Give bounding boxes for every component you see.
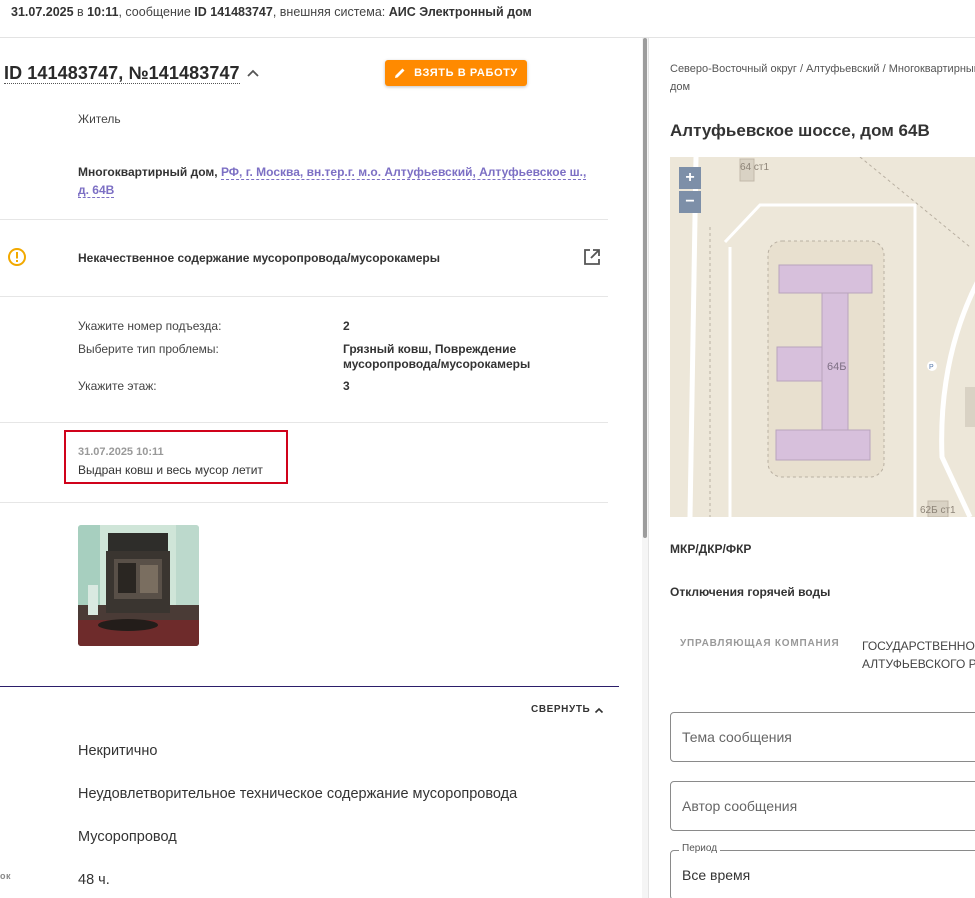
message-author-placeholder: Автор сообщения — [682, 798, 798, 814]
deadline-label: ок — [0, 871, 12, 881]
open-external-icon[interactable] — [583, 248, 601, 266]
chevron-up-icon — [595, 707, 604, 713]
author-role: Житель — [78, 112, 121, 126]
period-select[interactable]: Период Все время — [670, 843, 975, 898]
management-company-line2: АЛТУФЬЕВСКОГО РАЙОНА — [862, 657, 975, 671]
divider — [0, 219, 608, 220]
header-msg-label: , сообщение — [118, 5, 191, 19]
map-label-62b-st1: 62Б ст1 — [920, 505, 956, 516]
chevron-up-icon[interactable] — [245, 66, 261, 80]
pencil-icon — [395, 68, 405, 78]
message-topic-placeholder: Тема сообщения — [682, 729, 792, 745]
criticality-value: Некритично — [78, 743, 158, 759]
period-legend: Период — [679, 843, 721, 854]
section-divider — [0, 686, 619, 687]
building-type: Многоквартирный дом, — [78, 165, 218, 179]
management-company-value: ГОСУДАРСТВЕННОЕ БЮДЖЕТНОЕ АЛТУФЬЕВСКОГО … — [862, 637, 975, 673]
building-panel: Северо-Восточный округ / Алтуфьевский / … — [649, 38, 975, 898]
mkr-header[interactable]: МКР/ДКР/ФКР — [670, 542, 751, 556]
message-topic-field[interactable]: Тема сообщения — [670, 712, 975, 762]
collapse-label: СВЕРНУТЬ — [531, 704, 591, 715]
header-date: 31.07.2025 — [11, 5, 74, 19]
divider — [0, 296, 608, 297]
building-map[interactable]: P 64 ст1 64Б 62Б ст1 + − — [670, 157, 975, 517]
building-address: Многоквартирный дом, РФ, г. Москва, вн.т… — [78, 163, 598, 199]
comment-highlight-box: 31.07.2025 10:11 Выдран ковш и весь мусо… — [64, 430, 288, 484]
map-label-64-st1: 64 ст1 — [740, 162, 769, 173]
management-company-label: УПРАВЛЯЮЩАЯ КОМПАНИЯ — [680, 638, 840, 649]
header-ext-label: , внешняя система: — [272, 5, 386, 19]
comment-date: 31.07.2025 10:11 — [78, 446, 164, 458]
period-value: Все время — [682, 867, 751, 883]
hot-water-header[interactable]: Отключения горячей воды — [670, 585, 830, 599]
map-canvas: P 64 ст1 64Б 62Б ст1 — [670, 157, 975, 517]
scrollbar-thumb[interactable] — [643, 38, 647, 538]
map-label-64b: 64Б — [827, 361, 846, 373]
header-at: в — [77, 5, 84, 19]
management-company-line1: ГОСУДАРСТВЕННОЕ БЮДЖЕТНОЕ — [862, 639, 975, 653]
deadline-value: 48 ч. — [78, 872, 110, 888]
divider — [0, 422, 608, 423]
ticket-panel: ID 141483747, №141483747 ВЗЯТЬ В РАБОТУ … — [0, 38, 640, 898]
header-ext-system: АИС Электронный дом — [388, 5, 532, 19]
detail-value-entrance: 2 — [343, 319, 350, 333]
map-zoom-controls: + − — [679, 167, 701, 213]
problem-category: Некачественное содержание мусоропровода/… — [78, 251, 440, 265]
detail-label-floor: Укажите этаж: — [78, 379, 157, 393]
collapse-button[interactable]: СВЕРНУТЬ — [531, 704, 604, 715]
detail-label-entrance: Укажите номер подъезда: — [78, 319, 222, 333]
object-value: Мусоропровод — [78, 829, 177, 845]
divider — [0, 502, 608, 503]
comment-text: Выдран ковш и весь мусор летит — [78, 463, 263, 477]
map-parking-label: P — [929, 364, 934, 371]
attachment-photo-thumbnail[interactable] — [78, 525, 199, 646]
detail-label-problem-type: Выберите тип проблемы: — [78, 342, 219, 356]
building-address-title: Алтуфьевское шоссе, дом 64В — [670, 121, 930, 140]
message-header-bar: 31.07.2025 в 10:11, сообщение ID 1414837… — [0, 0, 975, 38]
take-to-work-button[interactable]: ВЗЯТЬ В РАБОТУ — [385, 60, 527, 86]
detail-value-floor: 3 — [343, 379, 350, 393]
detail-value-problem-type: Грязный ковш, Повреждение мусоропровода/… — [343, 342, 531, 371]
message-author-field[interactable]: Автор сообщения — [670, 781, 975, 831]
photo-image — [78, 525, 199, 646]
take-to-work-label: ВЗЯТЬ В РАБОТУ — [414, 67, 518, 79]
header-msg-id: ID 141483747 — [194, 5, 273, 19]
zoom-in-button[interactable]: + — [679, 167, 701, 189]
ticket-title[interactable]: ID 141483747, №141483747 — [4, 63, 240, 84]
breadcrumb: Северо-Восточный округ / Алтуфьевский / … — [670, 63, 975, 93]
problem-description-value: Неудовлетворительное техническое содержа… — [78, 786, 518, 802]
header-time: 10:11 — [87, 5, 119, 19]
zoom-out-button[interactable]: − — [679, 191, 701, 213]
warning-icon — [8, 248, 26, 266]
message-header-text: 31.07.2025 в 10:11, сообщение ID 1414837… — [11, 5, 532, 19]
